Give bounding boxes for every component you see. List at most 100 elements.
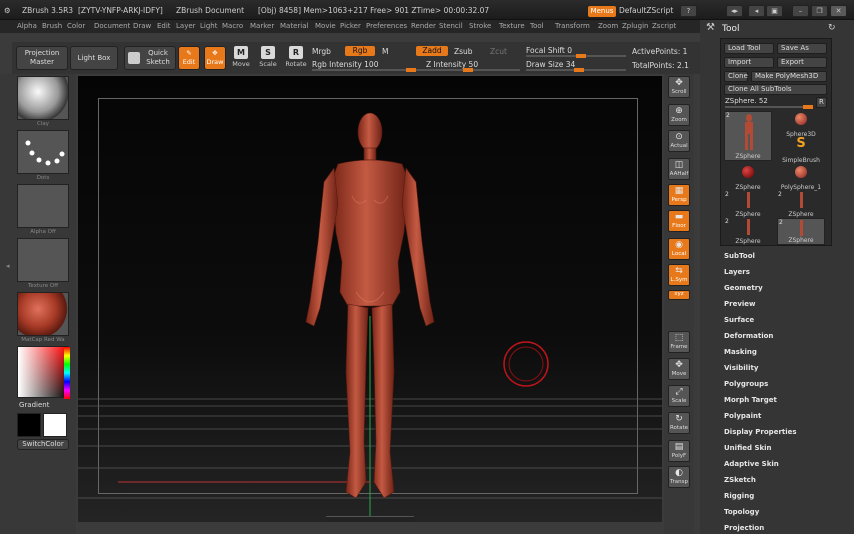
shelf-zoom-button[interactable]: ⊕ Zoom [668,104,690,126]
shelf-scroll-button[interactable]: ✥ Scroll [668,76,690,98]
save-as-button[interactable]: Save As [777,43,827,54]
rotate-button[interactable]: R Rotate [285,46,307,72]
section-surface[interactable]: Surface [724,316,754,324]
tool-thumb-polysphere[interactable]: PolySphere_1 [777,164,825,191]
menu-transform[interactable]: Transform [555,22,590,30]
light-box-button[interactable]: Light Box [70,46,118,70]
menu-zscript[interactable]: Zscript [652,22,676,30]
section-layers[interactable]: Layers [724,268,750,276]
hue-strip[interactable] [64,347,70,399]
shelf-persp-button[interactable]: ▦ Persp [668,184,690,206]
move-button[interactable]: M Move [230,46,252,72]
human-model[interactable] [296,112,444,504]
texture-thumbnail[interactable] [17,238,69,282]
shelf-move-button[interactable]: ✥ Move [668,358,690,380]
section-display-properties[interactable]: Display Properties [724,428,797,436]
load-tool-button[interactable]: Load Tool [724,43,774,54]
close-icon[interactable]: ✕ [830,5,847,17]
secondary-color-swatch[interactable] [17,413,41,437]
menu-material[interactable]: Material [280,22,308,30]
z-intensity-knob[interactable] [463,68,473,72]
stroke-thumbnail-dots[interactable] [17,130,69,174]
clone-all-subtools-button[interactable]: Clone All SubTools [724,84,827,95]
section-polygroups[interactable]: Polygroups [724,380,768,388]
focal-shift-slider[interactable] [526,54,626,58]
default-zscript-button[interactable]: DefaultZScript [619,6,673,15]
zcut-toggle[interactable]: Zcut [490,47,507,56]
menu-edit[interactable]: Edit [157,22,171,30]
section-rigging[interactable]: Rigging [724,492,754,500]
section-subtool[interactable]: SubTool [724,252,755,260]
menu-document[interactable]: Document [94,22,130,30]
draw-size-knob[interactable] [573,68,584,72]
refresh-icon[interactable]: ↻ [828,23,836,33]
scale-button[interactable]: S Scale [257,46,279,72]
section-unified-skin[interactable]: Unified Skin [724,444,772,452]
menu-draw[interactable]: Draw [133,22,151,30]
tool-thumb-active[interactable]: 2 ZSphere [724,111,772,161]
section-adaptive-skin[interactable]: Adaptive Skin [724,460,779,468]
tool-thumb-zsphere-2[interactable]: 2 ZSphere [724,191,772,218]
section-preview[interactable]: Preview [724,300,756,308]
tool-thumb-zsphere[interactable]: ZSphere [724,164,772,191]
clone-button[interactable]: Clone [724,71,748,82]
draw-size-slider[interactable] [526,68,626,72]
shelf-frame-button[interactable]: ⬚ Frame [668,331,690,353]
quick-sketch-button[interactable]: Quick Sketch [124,46,176,70]
menu-picker[interactable]: Picker [340,22,361,30]
section-masking[interactable]: Masking [724,348,757,356]
canvas-viewport[interactable] [78,76,662,522]
menu-layer[interactable]: Layer [176,22,196,30]
section-topology[interactable]: Topology [724,508,759,516]
main-color-swatch[interactable] [43,413,67,437]
menu-marker[interactable]: Marker [250,22,274,30]
rgb-intensity-knob[interactable] [406,68,416,72]
make-polymesh-button[interactable]: Make PolyMesh3D [751,71,827,82]
menu-movie[interactable]: Movie [315,22,336,30]
tool-slider[interactable] [725,105,813,109]
section-visibility[interactable]: Visibility [724,364,758,372]
shelf-actual-button[interactable]: ⊙ Actual [668,130,690,152]
layout-arrows-icon[interactable]: ◂▸ [726,5,743,17]
shelf-scale-button[interactable]: ⤢ Scale [668,385,690,407]
alpha-thumbnail[interactable] [17,184,69,228]
restore-icon[interactable]: ❐ [811,5,828,17]
shelf-xyz-button[interactable]: xyz [668,290,690,300]
section-projection[interactable]: Projection [724,524,764,532]
export-button[interactable]: Export [777,57,827,68]
r-button[interactable]: R [816,97,827,108]
menu-macro[interactable]: Macro [222,22,243,30]
brush-thumbnail-clay[interactable] [17,76,69,120]
help-icon[interactable]: ? [680,5,697,17]
menu-stencil[interactable]: Stencil [439,22,463,30]
shelf-rotate-button[interactable]: ↻ Rotate [668,412,690,434]
import-button[interactable]: Import [724,57,774,68]
section-zsketch[interactable]: ZSketch [724,476,756,484]
tool-thumb-zsphere-4[interactable]: 2 ZSphere [724,218,772,245]
draw-button[interactable]: ✥ Draw [204,46,226,70]
shelf-polyf-button[interactable]: ▤ PolyF [668,440,690,462]
tool-thumb-zsphere-3[interactable]: 2 ZSphere [777,191,825,218]
switch-color-button[interactable]: SwitchColor [17,439,69,450]
bottom-scroll-handle[interactable] [326,516,414,522]
shelf-lsym-button[interactable]: ⇆ L.Sym [668,264,690,286]
edit-button[interactable]: ✎ Edit [178,46,200,70]
section-geometry[interactable]: Geometry [724,284,763,292]
shelf-aahalf-button[interactable]: ◫ AAHalf [668,158,690,180]
rgb-toggle[interactable]: Rgb [345,46,375,56]
menu-light[interactable]: Light [200,22,217,30]
tool-slider-knob[interactable] [803,105,813,109]
m-toggle[interactable]: M [382,47,388,56]
menu-color[interactable]: Color [67,22,85,30]
menu-render[interactable]: Render [411,22,436,30]
menu-zplugin[interactable]: Zplugin [622,22,648,30]
color-picker[interactable] [17,346,70,399]
menu-zoom[interactable]: Zoom [598,22,618,30]
material-thumbnail[interactable] [17,292,69,336]
tool-thumb-zsphere-5[interactable]: 2 ZSphere [777,218,825,245]
menu-tool[interactable]: Tool [530,22,544,30]
menu-stroke[interactable]: Stroke [469,22,491,30]
menu-preferences[interactable]: Preferences [366,22,407,30]
shelf-transp-button[interactable]: ◐ Transp [668,466,690,488]
lock-icon[interactable]: ▣ [766,5,783,17]
